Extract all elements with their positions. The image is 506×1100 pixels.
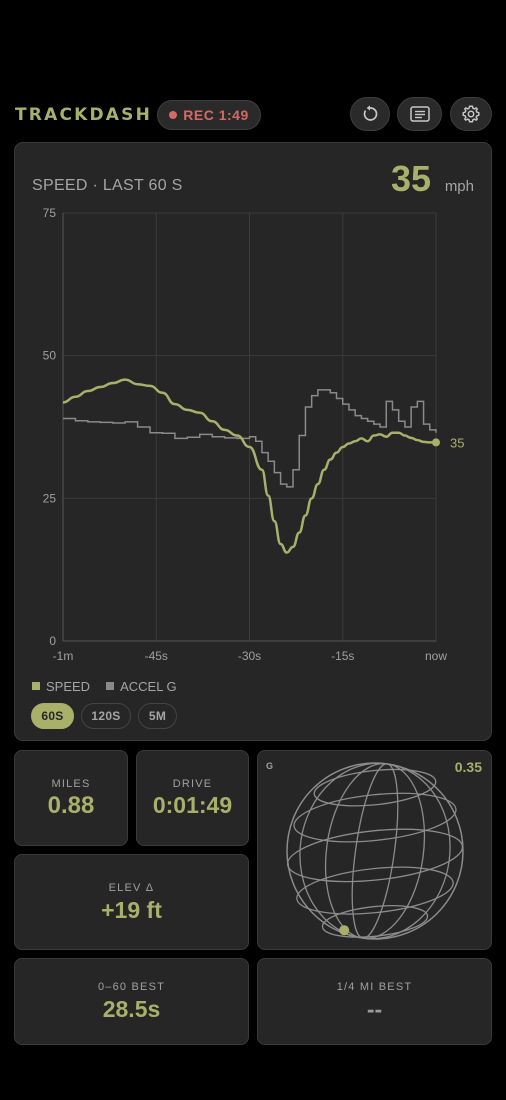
globe-latitude-ring — [321, 905, 429, 938]
legend-item-accel: ACCEL G — [106, 679, 177, 694]
miles-label: MILES — [51, 778, 91, 790]
quarter-mile-value: -- — [366, 996, 383, 1022]
range-selector: 60S 120S 5M — [31, 703, 184, 729]
y-tick-label: 50 — [43, 349, 57, 363]
legend-swatch-accel — [106, 682, 115, 690]
log-button[interactable] — [397, 97, 442, 131]
elevation-value: +19 ft — [101, 897, 162, 923]
y-tick-label: 75 — [43, 206, 57, 220]
x-tick-label: now — [425, 649, 447, 663]
record-dot-icon — [169, 111, 178, 119]
gforce-dot — [339, 925, 350, 936]
globe-latitude-ring — [286, 828, 464, 883]
x-tick-label: -1m — [53, 649, 74, 663]
globe-latitude-ring — [313, 768, 437, 807]
drive-value: 0:01:49 — [152, 792, 233, 818]
zero-sixty-value: 28.5s — [102, 996, 161, 1022]
chart-legend: SPEED ACCEL G — [32, 678, 193, 694]
zero-sixty-tile: 0–60 BEST 28.5s — [14, 958, 249, 1045]
range-120s-button[interactable]: 120S — [81, 703, 131, 729]
gear-icon — [462, 105, 480, 123]
x-tick-label: -30s — [238, 649, 261, 663]
reset-icon — [363, 105, 378, 121]
speed-end-point — [432, 438, 440, 447]
globe-latitude-ring — [293, 792, 457, 843]
quarter-mile-label: 1/4 MI BEST — [336, 981, 413, 993]
legend-label-speed: SPEED — [46, 678, 91, 694]
range-5m-button[interactable]: 5M — [138, 703, 177, 729]
recording-time: REC 1:49 — [183, 107, 249, 123]
x-tick-label: -15s — [331, 649, 354, 663]
y-tick-label: 0 — [49, 634, 56, 648]
elevation-tile: ELEV Δ +19 ft — [14, 854, 249, 950]
quarter-mile-tile: 1/4 MI BEST -- — [257, 958, 492, 1045]
zero-sixty-label: 0–60 BEST — [97, 981, 166, 993]
drive-tile: DRIVE 0:01:49 — [136, 750, 249, 846]
miles-tile: MILES 0.88 — [14, 750, 128, 846]
app-header: TRACKDASH REC 1:49 — [0, 96, 506, 134]
range-60s-button[interactable]: 60S — [31, 703, 74, 729]
speed-chart[interactable]: -1m -45s -30s -15s now 0 25 50 75 35 — [15, 143, 493, 683]
legend-item-speed: SPEED — [32, 679, 90, 694]
elevation-label: ELEV Δ — [108, 882, 155, 894]
y-tick-label: 25 — [43, 491, 57, 505]
miles-value: 0.88 — [47, 792, 95, 819]
gforce-globe — [286, 762, 464, 940]
globe-longitude-arc — [351, 763, 399, 939]
gforce-tile: G 0.35 — [257, 750, 492, 950]
speed-chart-card: SPEED · LAST 60 S 35 mph -1m -45s -30s -15s… — [14, 142, 492, 741]
app-title: TRACKDASH — [15, 105, 153, 125]
settings-button[interactable] — [450, 97, 492, 131]
legend-swatch-speed — [32, 682, 40, 690]
legend-label-accel: ACCEL G — [120, 678, 177, 694]
reset-button[interactable] — [350, 97, 390, 131]
speed-end-label: 35 — [450, 435, 464, 450]
x-tick-label: -45s — [145, 649, 168, 663]
log-icon — [409, 106, 430, 122]
drive-label: DRIVE — [172, 778, 213, 790]
recording-indicator[interactable]: REC 1:49 — [157, 100, 261, 130]
